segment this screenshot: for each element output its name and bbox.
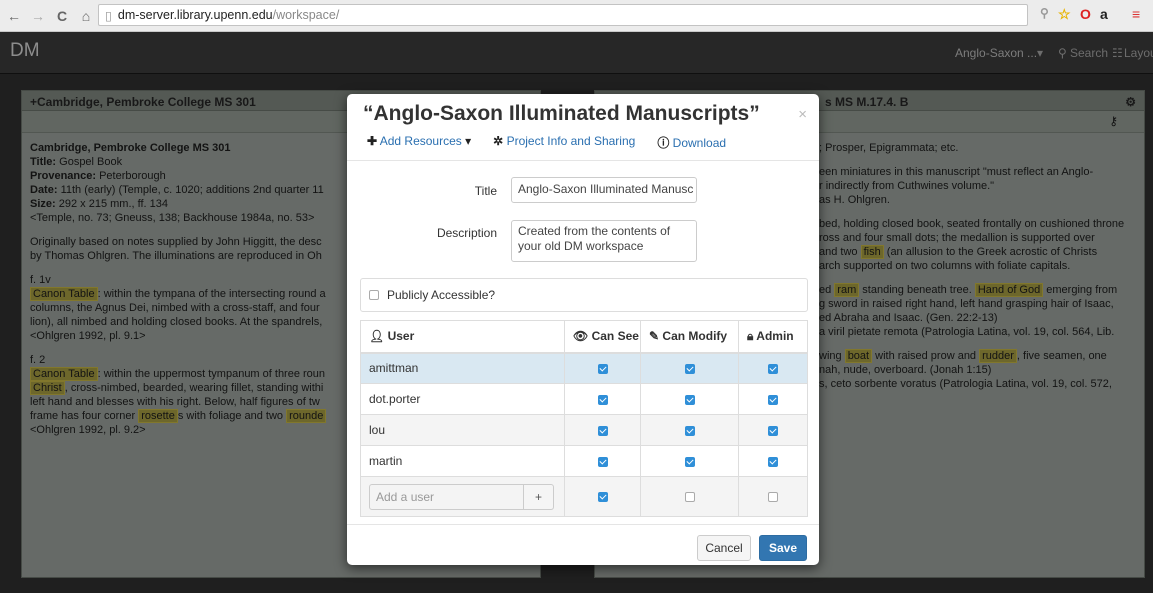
opera-icon[interactable]: O <box>1080 6 1091 22</box>
can-modify-checkbox[interactable] <box>684 364 695 375</box>
menu-icon[interactable]: ≡ <box>1132 6 1140 22</box>
reload-icon[interactable]: C <box>52 8 72 24</box>
table-row[interactable]: martin <box>360 445 808 477</box>
tab-download[interactable]: ⓘ Download <box>657 134 726 151</box>
cancel-button[interactable]: Cancel <box>697 535 751 561</box>
add-user-input[interactable]: Add a user <box>369 483 524 510</box>
url-path: /workspace/ <box>272 8 340 22</box>
add-user-row: Add a user + <box>360 476 808 517</box>
amazon-icon[interactable]: a <box>1100 6 1108 22</box>
table-row[interactable]: amittman <box>360 352 808 384</box>
tab-add-resources[interactable]: ✚ Add Resources ▾ <box>367 134 471 151</box>
divider <box>347 524 819 525</box>
home-icon[interactable]: ⌂ <box>76 8 96 24</box>
save-button[interactable]: Save <box>759 535 807 561</box>
user-name: martin <box>360 445 565 477</box>
public-checkbox[interactable] <box>369 290 379 300</box>
tab-project-info[interactable]: ✲ Project Info and Sharing <box>493 134 635 151</box>
modal-tabs: ✚ Add Resources ▾ ✲ Project Info and Sha… <box>367 134 726 151</box>
gear-icon: ✲ <box>493 134 504 148</box>
new-can-modify-checkbox[interactable] <box>684 492 695 503</box>
url-host: dm-server.library.upenn.edu <box>117 8 273 22</box>
address-bar[interactable]: ▯ dm-server.library.upenn.edu/workspace/ <box>98 4 1028 26</box>
lock-icon: 🔒︎ <box>747 328 754 343</box>
user-name: lou <box>360 414 565 446</box>
can-see-checkbox[interactable] <box>597 456 608 467</box>
new-can-see-checkbox[interactable] <box>597 492 608 503</box>
description-textarea[interactable]: Created from the contents of your old DM… <box>511 220 697 262</box>
can-see-checkbox[interactable] <box>597 364 608 375</box>
user-icon: 👤︎ <box>369 329 385 344</box>
user-name: dot.porter <box>360 383 565 415</box>
plus-icon: ✚ <box>367 134 378 148</box>
pencil-icon: ✎ <box>649 329 660 344</box>
page-icon: ▯ <box>105 8 112 23</box>
info-icon: ⓘ <box>657 136 670 150</box>
caret-icon: ▾ <box>465 134 472 148</box>
title-label: Title <box>474 184 497 198</box>
project-modal: “Anglo-Saxon Illuminated Manuscripts” × … <box>347 94 819 565</box>
new-admin-checkbox[interactable] <box>768 492 778 503</box>
extension-icon[interactable]: ⚲ <box>1040 6 1049 20</box>
public-checkbox-row[interactable]: Publicly Accessible? <box>360 278 808 312</box>
admin-checkbox[interactable] <box>768 456 778 467</box>
bookmark-star-icon[interactable]: ☆ <box>1058 6 1071 23</box>
can-see-checkbox[interactable] <box>597 394 608 405</box>
admin-checkbox[interactable] <box>768 394 778 405</box>
can-modify-checkbox[interactable] <box>684 394 695 405</box>
close-icon[interactable]: × <box>798 106 807 123</box>
col-can-modify: Can Modify <box>662 329 728 344</box>
can-see-checkbox[interactable] <box>597 425 608 436</box>
divider <box>347 160 819 161</box>
modal-title: “Anglo-Saxon Illuminated Manuscripts” <box>363 102 760 125</box>
table-row[interactable]: dot.porter <box>360 383 808 415</box>
public-label: Publicly Accessible? <box>387 288 496 302</box>
users-table: 👤︎ User 👁︎ Can See ✎ Can Modify 🔒︎ Admin… <box>360 320 808 517</box>
description-label: Description <box>436 226 497 240</box>
admin-checkbox[interactable] <box>768 425 778 436</box>
can-modify-checkbox[interactable] <box>684 456 695 467</box>
col-admin: Admin <box>756 328 794 343</box>
add-user-button[interactable]: + <box>524 483 554 510</box>
browser-toolbar: ← → C ⌂ ▯ dm-server.library.upenn.edu/wo… <box>0 0 1153 32</box>
back-icon[interactable]: ← <box>4 8 24 24</box>
forward-icon[interactable]: → <box>28 8 48 24</box>
can-modify-checkbox[interactable] <box>684 425 695 436</box>
col-can-see: Can See <box>591 329 639 344</box>
admin-checkbox[interactable] <box>768 364 778 375</box>
eye-icon: 👁︎ <box>573 329 589 344</box>
title-input[interactable]: Anglo-Saxon Illuminated Manusc <box>511 177 697 203</box>
col-user: User <box>387 329 415 344</box>
table-row[interactable]: lou <box>360 414 808 446</box>
user-name: amittman <box>360 352 565 384</box>
